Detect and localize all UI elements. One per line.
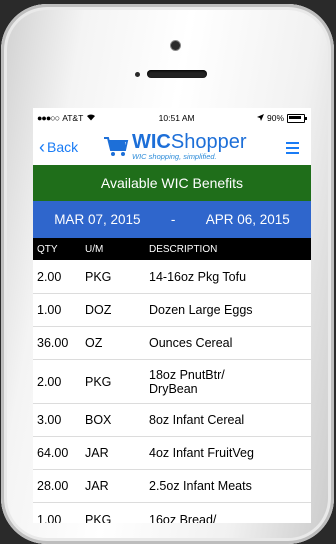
row-description: 14-16oz Pkg Tofu [149, 269, 247, 284]
row-um: JAR [85, 446, 109, 460]
row-qty: 64.00 [37, 446, 69, 460]
row-qty: 1.00 [37, 303, 62, 317]
table-row[interactable]: 36.00 OZ Ounces Cereal [33, 327, 311, 360]
um-header: U/M [85, 243, 104, 255]
row-description: 2.5oz Infant Meats [149, 479, 252, 493]
wifi-icon [86, 113, 96, 123]
start-date: MAR 07, 2015 [54, 212, 141, 227]
row-qty: 36.00 [37, 336, 69, 350]
table-header: QTY U/M DESCRIPTION [33, 238, 311, 260]
row-description: 18oz PnutBtr/ DryBean [149, 367, 225, 396]
row-um: DOZ [85, 303, 112, 317]
table-row[interactable]: 64.00 JAR 4oz Infant FruitVeg [33, 437, 311, 470]
table-row[interactable]: 1.00 PKG 16oz Bread/ [33, 503, 311, 524]
end-date: APR 06, 2015 [205, 212, 290, 227]
shopping-cart-icon [103, 136, 129, 158]
row-qty: 2.00 [37, 374, 62, 389]
brand-tagline: WIC shopping, simplified. [132, 152, 217, 162]
row-um: BOX [85, 413, 112, 427]
nav-bar: ‹ Back WICShopper WIC shopping, simplifi… [33, 128, 311, 165]
row-description: Dozen Large Eggs [149, 303, 253, 317]
signal-icon: ●●●○○ [37, 113, 60, 123]
table-row[interactable]: 1.00 DOZ Dozen Large Eggs [33, 294, 311, 327]
chevron-left-icon: ‹ [39, 136, 45, 157]
row-um: JAR [85, 479, 109, 493]
date-range-bar: MAR 07, 2015 - APR 06, 2015 [33, 201, 311, 238]
benefits-list: 2.00 PKG 14-16oz Pkg Tofu 1.00 DOZ Dozen… [33, 260, 311, 523]
battery-icon [287, 113, 307, 123]
back-button[interactable]: ‹ Back [33, 138, 97, 156]
phone-screen: ●●●○○ AT&T 10:51 AM 90% ‹ Back WICShoppe… [33, 108, 311, 523]
camera-icon [171, 41, 180, 50]
row-description: 4oz Infant FruitVeg [149, 446, 254, 460]
table-row[interactable]: 2.00 PKG 18oz PnutBtr/ DryBean [33, 360, 311, 404]
hamburger-menu-icon[interactable] [286, 142, 299, 157]
description-header: DESCRIPTION [149, 243, 218, 255]
date-separator: - [170, 212, 176, 227]
brand-name: WICShopper [132, 131, 247, 154]
row-description: 16oz Bread/ [149, 512, 217, 524]
sensor-dot [135, 72, 140, 77]
speaker-grille [147, 70, 207, 78]
row-um: PKG [85, 374, 112, 389]
back-label: Back [47, 138, 79, 155]
row-um: PKG [85, 269, 112, 284]
location-icon [256, 113, 264, 123]
table-row[interactable]: 28.00 JAR 2.5oz Infant Meats [33, 470, 311, 503]
row-qty: 2.00 [37, 269, 62, 284]
app-logo: WICShopper WIC shopping, simplified. [103, 132, 247, 161]
qty-header: QTY [37, 243, 58, 255]
table-row[interactable]: 2.00 PKG 14-16oz Pkg Tofu [33, 260, 311, 294]
status-bar: ●●●○○ AT&T 10:51 AM 90% [33, 108, 311, 128]
row-description: 8oz Infant Cereal [149, 413, 245, 427]
carrier-label: AT&T [62, 113, 84, 123]
row-description: Ounces Cereal [149, 336, 233, 350]
row-um: OZ [85, 336, 103, 350]
table-row[interactable]: 3.00 BOX 8oz Infant Cereal [33, 404, 311, 437]
row-qty: 1.00 [37, 512, 62, 524]
row-qty: 3.00 [37, 413, 62, 427]
row-um: PKG [85, 512, 112, 524]
benefits-header: Available WIC Benefits [33, 165, 311, 201]
clock: 10:51 AM [158, 113, 195, 123]
row-qty: 28.00 [37, 479, 69, 493]
battery-percent: 90% [266, 113, 284, 123]
